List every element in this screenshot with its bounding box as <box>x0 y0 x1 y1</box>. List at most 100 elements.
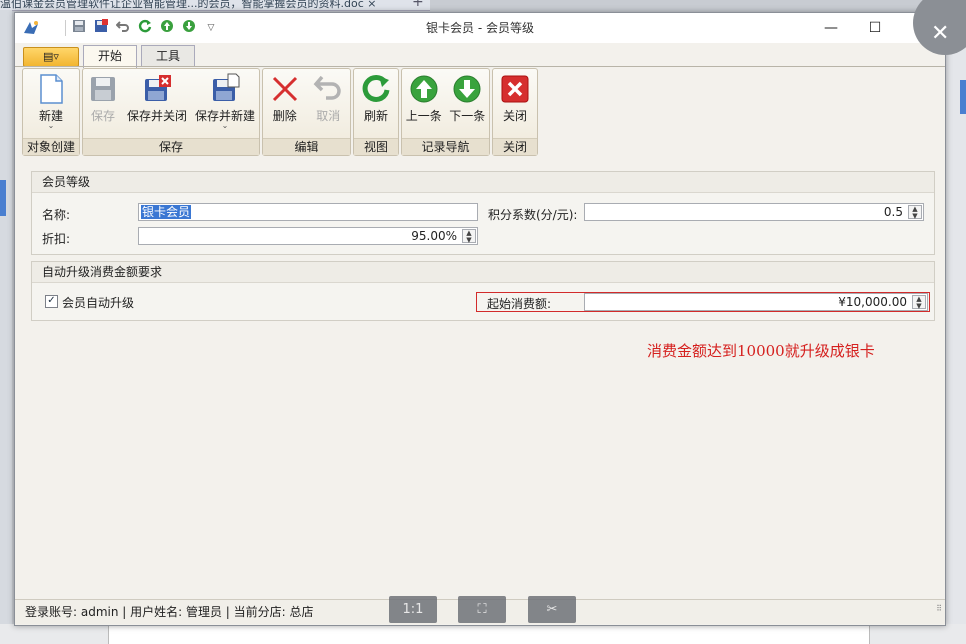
qat-undo-icon[interactable] <box>114 19 132 37</box>
next-record-button[interactable]: 下一条 <box>446 73 488 139</box>
tab-tools[interactable]: 工具 <box>141 45 196 66</box>
ribbon-tabs: ▤▿ 开始 工具 <box>23 45 196 68</box>
quick-access-toolbar: ▽ <box>65 18 220 38</box>
group-label-object-create: 对象创建 <box>23 138 79 155</box>
name-value: 银卡会员 <box>141 205 192 219</box>
member-level-panel: 会员等级 名称: 银卡会员 积分系数(分/元): 0.5 ▲ ▼ 折扣: 95.0… <box>31 171 935 255</box>
save-button-label: 保存 <box>90 109 115 123</box>
close-button[interactable]: 关闭 <box>496 73 534 139</box>
start-amount-value: ¥10,000.00 <box>838 295 907 309</box>
start-amount-spinner[interactable]: ▲ ▼ <box>912 295 926 310</box>
refresh-icon <box>362 74 390 102</box>
new-button[interactable]: 新建 ⌄ <box>32 73 70 139</box>
background-right-marker <box>960 80 966 114</box>
close-window-button[interactable]: ✕ <box>913 0 966 55</box>
arrow-down-icon <box>453 75 481 103</box>
qat-customize-icon[interactable]: ▽ <box>202 19 220 37</box>
close-button-label: 关闭 <box>502 109 527 123</box>
tab-divider <box>15 66 945 67</box>
name-input[interactable]: 银卡会员 <box>138 203 478 221</box>
group-close: 关闭 关闭 <box>492 68 538 156</box>
save-and-close-label: 保存并关闭 <box>126 109 187 123</box>
name-label: 名称: <box>42 208 71 222</box>
group-label-edit: 编辑 <box>263 138 350 155</box>
auto-upgrade-checkbox-label: 会员自动升级 <box>62 296 135 310</box>
group-view: 刷新 视图 <box>353 68 399 156</box>
save-icon <box>90 77 115 101</box>
discount-spinner[interactable]: ▲ ▼ <box>462 229 476 244</box>
arrow-up-icon <box>410 75 438 103</box>
delete-button[interactable]: 删除 <box>266 73 304 139</box>
tab-start[interactable]: 开始 <box>83 45 138 68</box>
qat-refresh-icon[interactable] <box>136 19 154 37</box>
upgrade-hint-text: 消费金额达到10000就升级成银卡 <box>647 342 875 360</box>
previous-record-label: 上一条 <box>405 109 442 123</box>
auto-upgrade-section-title: 自动升级消费金额要求 <box>32 262 934 283</box>
group-save: 保存 保存并关闭 保存并新建 ⌄ 保存 <box>82 68 260 156</box>
start-amount-input[interactable]: ¥10,000.00 ▲ ▼ <box>584 293 928 311</box>
app-menu-button[interactable]: ▤▿ <box>23 47 79 67</box>
app-logo-icon <box>21 19 41 37</box>
background-left-marker <box>0 180 6 216</box>
group-label-close: 关闭 <box>493 138 537 155</box>
close-icon <box>501 75 529 103</box>
resize-grip-icon[interactable]: ⠿ <box>936 597 942 621</box>
qat-save-close-icon[interactable] <box>92 19 110 37</box>
qat-separator <box>65 20 66 36</box>
group-object-create: 新建 ⌄ 对象创建 <box>22 68 80 156</box>
start-amount-highlight: 起始消费额: ¥10,000.00 ▲ ▼ <box>476 292 930 312</box>
crop-button[interactable]: ✂ <box>528 596 576 623</box>
qat-previous-icon[interactable] <box>158 19 176 37</box>
save-new-dropdown-icon[interactable]: ⌄ <box>222 122 229 130</box>
cancel-button[interactable]: 取消 <box>309 73 347 139</box>
delete-button-label: 删除 <box>272 109 297 123</box>
cancel-button-label: 取消 <box>316 109 341 123</box>
background-paper <box>108 624 870 644</box>
status-bar-text: 登录账号: admin | 用户姓名: 管理员 | 当前分店: 总店 <box>25 605 314 619</box>
minimize-button[interactable]: — <box>809 13 853 43</box>
group-edit: 删除 取消 编辑 <box>262 68 351 156</box>
save-close-icon <box>144 75 171 101</box>
group-label-record-navigation: 记录导航 <box>402 138 489 155</box>
refresh-button[interactable]: 刷新 <box>357 73 395 139</box>
group-record-navigation: 上一条 下一条 记录导航 <box>401 68 490 156</box>
save-and-close-button[interactable]: 保存并关闭 <box>124 73 190 139</box>
qat-next-icon[interactable] <box>180 19 198 37</box>
next-record-label: 下一条 <box>449 109 486 123</box>
background-bottom <box>0 624 966 644</box>
background-left-strip <box>0 10 12 644</box>
background-document-tab[interactable]: 温伯课金会员管理软件让企业智能管理...的会员，智能掌握会员的资料.doc × … <box>0 0 430 11</box>
qat-save-icon[interactable] <box>70 19 88 37</box>
points-ratio-spinner[interactable]: ▲ ▼ <box>908 205 922 220</box>
new-tab-icon[interactable]: + <box>412 0 424 9</box>
member-level-section-title: 会员等级 <box>32 172 934 193</box>
group-label-view: 视图 <box>354 138 398 155</box>
background-tab-close-icon[interactable]: × <box>367 0 376 10</box>
refresh-button-label: 刷新 <box>363 109 388 123</box>
undo-icon <box>313 75 341 100</box>
points-ratio-input[interactable]: 0.5 ▲ ▼ <box>584 203 924 221</box>
background-right-strip <box>944 10 966 644</box>
save-button[interactable]: 保存 <box>84 73 122 139</box>
new-dropdown-icon[interactable]: ⌄ <box>48 122 55 130</box>
auto-upgrade-checkbox[interactable]: ✓ <box>45 295 58 308</box>
discount-input[interactable]: 95.00% ▲ ▼ <box>138 227 478 245</box>
auto-upgrade-panel: 自动升级消费金额要求 ✓ 会员自动升级 起始消费额: ¥10,000.00 ▲ ▼ <box>31 261 935 321</box>
member-level-window: ▽ 银卡会员 - 会员等级 — ☐ ✕ ▤▿ 开始 工具 新建 ⌄ 对象创建 保… <box>14 0 966 626</box>
ribbon: 新建 ⌄ 对象创建 保存 保存并关闭 保存并新建 ⌄ 保存 删除 取消 编辑 刷… <box>22 68 935 156</box>
points-ratio-label: 积分系数(分/元): <box>488 208 578 222</box>
save-and-new-button[interactable]: 保存并新建 ⌄ <box>192 73 258 139</box>
save-new-icon <box>212 73 240 101</box>
points-ratio-value: 0.5 <box>883 205 903 219</box>
new-document-icon <box>40 74 63 104</box>
maximize-button[interactable]: ☐ <box>853 13 897 43</box>
actual-size-button[interactable]: 1:1 <box>389 596 437 623</box>
discount-value: 95.00% <box>411 229 457 243</box>
previous-record-button[interactable]: 上一条 <box>403 73 445 139</box>
fit-screen-button[interactable]: ⛶ <box>458 596 506 623</box>
discount-label: 折扣: <box>42 232 71 246</box>
delete-icon <box>272 76 297 102</box>
group-label-save: 保存 <box>83 138 259 155</box>
start-amount-label: 起始消费额: <box>487 297 552 311</box>
background-document-title: 温伯课金会员管理软件让企业智能管理...的会员，智能掌握会员的资料.doc <box>0 0 364 10</box>
